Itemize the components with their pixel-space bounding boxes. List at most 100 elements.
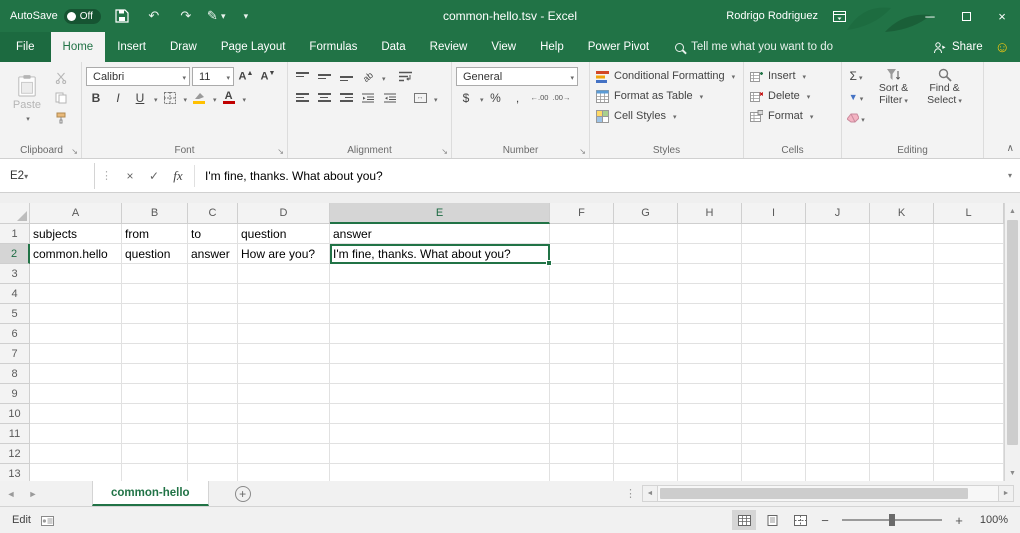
- cell-E5[interactable]: [330, 304, 550, 324]
- page-break-preview-button[interactable]: [788, 510, 812, 530]
- cell-L7[interactable]: [934, 344, 1004, 364]
- save-button[interactable]: [111, 5, 133, 27]
- cell-L11[interactable]: [934, 424, 1004, 444]
- row-header-7[interactable]: 7: [0, 344, 30, 364]
- cell-C4[interactable]: [188, 284, 238, 304]
- cell-A12[interactable]: [30, 444, 122, 464]
- normal-view-button[interactable]: [732, 510, 756, 530]
- cell-L3[interactable]: [934, 264, 1004, 284]
- paste-button[interactable]: Paste: [6, 66, 48, 132]
- record-macro-button[interactable]: [41, 514, 54, 527]
- cell-C13[interactable]: [188, 464, 238, 481]
- cell-J7[interactable]: [806, 344, 870, 364]
- cell-D10[interactable]: [238, 404, 330, 424]
- cell-A8[interactable]: [30, 364, 122, 384]
- cell-J1[interactable]: [806, 224, 870, 244]
- row-header-9[interactable]: 9: [0, 384, 30, 404]
- close-button[interactable]: ×: [984, 0, 1020, 32]
- cell-E2[interactable]: I'm fine, thanks. What about you?: [330, 244, 550, 264]
- top-align-button[interactable]: [292, 67, 312, 86]
- alignment-dialog-launcher[interactable]: [441, 147, 448, 156]
- row-header-5[interactable]: 5: [0, 304, 30, 324]
- cell-H2[interactable]: [678, 244, 742, 264]
- cell-B7[interactable]: [122, 344, 188, 364]
- horizontal-scroll-thumb[interactable]: [660, 488, 968, 499]
- scroll-down-icon[interactable]: ▼: [1005, 465, 1020, 481]
- row-header-2[interactable]: 2: [0, 244, 30, 264]
- merge-center-dropdown-icon[interactable]: [432, 89, 438, 107]
- cell-I10[interactable]: [742, 404, 806, 424]
- column-header-A[interactable]: A: [30, 203, 122, 224]
- cell-J4[interactable]: [806, 284, 870, 304]
- sheet-tab-common-hello[interactable]: common-hello: [92, 481, 209, 506]
- column-header-E[interactable]: E: [330, 203, 550, 224]
- cell-C9[interactable]: [188, 384, 238, 404]
- cell-J5[interactable]: [806, 304, 870, 324]
- cell-I1[interactable]: [742, 224, 806, 244]
- page-layout-view-button[interactable]: [760, 510, 784, 530]
- column-header-J[interactable]: J: [806, 203, 870, 224]
- row-header-3[interactable]: 3: [0, 264, 30, 284]
- cell-H10[interactable]: [678, 404, 742, 424]
- row-header-4[interactable]: 4: [0, 284, 30, 304]
- column-header-H[interactable]: H: [678, 203, 742, 224]
- cell-A7[interactable]: [30, 344, 122, 364]
- fill-color-button[interactable]: [189, 88, 209, 107]
- cell-A6[interactable]: [30, 324, 122, 344]
- cell-I5[interactable]: [742, 304, 806, 324]
- cell-C2[interactable]: answer: [188, 244, 238, 264]
- font-size-combobox[interactable]: 11: [192, 67, 234, 86]
- feedback-smiley-button[interactable]: [993, 32, 1020, 62]
- increase-decimal-button[interactable]: ←.00: [530, 88, 550, 107]
- cell-D2[interactable]: How are you?: [238, 244, 330, 264]
- cell-H8[interactable]: [678, 364, 742, 384]
- tab-page-layout[interactable]: Page Layout: [209, 32, 298, 62]
- cell-K11[interactable]: [870, 424, 934, 444]
- insert-function-button[interactable]: fx: [166, 164, 190, 188]
- cell-H5[interactable]: [678, 304, 742, 324]
- cell-K5[interactable]: [870, 304, 934, 324]
- column-header-D[interactable]: D: [238, 203, 330, 224]
- cell-C12[interactable]: [188, 444, 238, 464]
- ribbon-display-options-button[interactable]: [828, 5, 850, 27]
- cell-B1[interactable]: from: [122, 224, 188, 244]
- formula-input[interactable]: I'm fine, thanks. What about you?: [199, 169, 1000, 183]
- cut-button[interactable]: [51, 68, 71, 87]
- scroll-up-icon[interactable]: ▲: [1005, 203, 1020, 219]
- cell-C1[interactable]: to: [188, 224, 238, 244]
- cell-A13[interactable]: [30, 464, 122, 481]
- cell-I7[interactable]: [742, 344, 806, 364]
- cell-A9[interactable]: [30, 384, 122, 404]
- zoom-level[interactable]: 100%: [972, 514, 1008, 526]
- cell-E7[interactable]: [330, 344, 550, 364]
- previous-sheet-button[interactable]: ◄: [0, 481, 22, 506]
- align-left-button[interactable]: [292, 88, 312, 107]
- increase-font-size-button[interactable]: A▲: [236, 67, 256, 86]
- row-header-11[interactable]: 11: [0, 424, 30, 444]
- number-dialog-launcher[interactable]: [579, 147, 586, 156]
- format-as-table-button[interactable]: Format as Table: [594, 86, 739, 106]
- tab-power-pivot[interactable]: Power Pivot: [576, 32, 661, 62]
- cell-E9[interactable]: [330, 384, 550, 404]
- decrease-decimal-button[interactable]: .00→: [552, 88, 572, 107]
- cell-H9[interactable]: [678, 384, 742, 404]
- cell-E13[interactable]: [330, 464, 550, 481]
- cell-K4[interactable]: [870, 284, 934, 304]
- cell-L4[interactable]: [934, 284, 1004, 304]
- cell-F5[interactable]: [550, 304, 614, 324]
- tab-review[interactable]: Review: [418, 32, 480, 62]
- cell-F2[interactable]: [550, 244, 614, 264]
- cell-L2[interactable]: [934, 244, 1004, 264]
- autosum-button[interactable]: Σ: [846, 66, 866, 85]
- font-color-dropdown-icon[interactable]: [241, 89, 247, 107]
- cell-J2[interactable]: [806, 244, 870, 264]
- cell-H11[interactable]: [678, 424, 742, 444]
- column-header-B[interactable]: B: [122, 203, 188, 224]
- cell-L8[interactable]: [934, 364, 1004, 384]
- cell-A1[interactable]: subjects: [30, 224, 122, 244]
- cell-A10[interactable]: [30, 404, 122, 424]
- tab-view[interactable]: View: [479, 32, 528, 62]
- scroll-left-icon[interactable]: ◄: [642, 485, 658, 502]
- tab-draw[interactable]: Draw: [158, 32, 209, 62]
- cell-F9[interactable]: [550, 384, 614, 404]
